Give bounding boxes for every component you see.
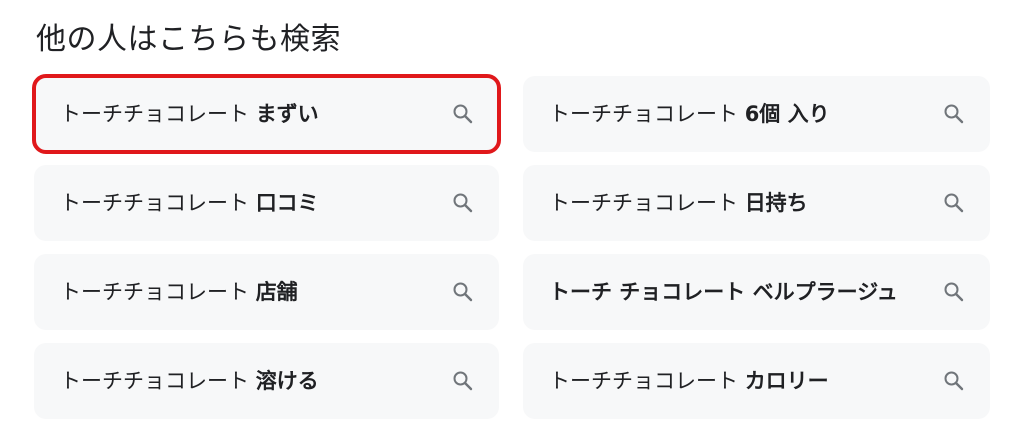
chip-label-bold: 口コミ [255, 190, 319, 215]
related-searches-grid: トーチチョコレート まずい トーチチョコレート 6個 入り トーチチョコレート … [32, 74, 990, 419]
chip-label: トーチ チョコレート ベルプラージュ [549, 274, 930, 311]
chip-label-bold: 6個 入り [744, 101, 830, 126]
chip-label: トーチチョコレート 日持ち [549, 185, 930, 222]
chip-label-bold: カロリー [744, 368, 829, 393]
chip-label-base: トーチチョコレート [60, 101, 256, 126]
chip-label-base: トーチチョコレート [549, 190, 745, 215]
search-icon [942, 280, 966, 304]
chip-label: トーチチョコレート まずい [60, 96, 439, 133]
related-search-chip-tenpo[interactable]: トーチチョコレート 店舗 [34, 254, 499, 330]
search-icon [942, 191, 966, 215]
chip-label: トーチチョコレート 店舗 [60, 274, 439, 311]
related-search-chip-calorie[interactable]: トーチチョコレート カロリー [523, 343, 990, 419]
chip-label: トーチチョコレート カロリー [549, 363, 930, 400]
related-search-chip-beruplage[interactable]: トーチ チョコレート ベルプラージュ [523, 254, 990, 330]
chip-label-base: トーチチョコレート [549, 101, 745, 126]
search-icon [451, 280, 475, 304]
chip-label-bold: 日持ち [744, 190, 808, 215]
chip-label: トーチチョコレート 溶ける [60, 363, 439, 400]
chip-label-bold: 店舗 [255, 279, 298, 304]
related-search-chip-6ko-iri[interactable]: トーチチョコレート 6個 入り [523, 76, 990, 152]
related-search-chip-kuchikomi[interactable]: トーチチョコレート 口コミ [34, 165, 499, 241]
related-search-chip-tokeru[interactable]: トーチチョコレート 溶ける [34, 343, 499, 419]
related-search-chip-himochi[interactable]: トーチチョコレート 日持ち [523, 165, 990, 241]
search-icon [942, 369, 966, 393]
chip-label-base: トーチチョコレート [549, 368, 745, 393]
search-icon [451, 102, 475, 126]
chip-label-base: トーチチョコレート [60, 279, 256, 304]
chip-label-bold: 溶ける [255, 368, 319, 393]
chip-label-base: トーチチョコレート [60, 190, 256, 215]
related-search-chip-mazui[interactable]: トーチチョコレート まずい [32, 74, 501, 154]
chip-label-base: トーチチョコレート [60, 368, 256, 393]
search-icon [451, 369, 475, 393]
section-heading: 他の人はこちらも検索 [36, 22, 341, 57]
search-icon [451, 191, 475, 215]
chip-label: トーチチョコレート 6個 入り [549, 96, 930, 133]
chip-label-base: トーチ チョコレート ベルプラージュ [549, 279, 898, 304]
chip-label-bold: まずい [255, 101, 319, 126]
search-icon [942, 102, 966, 126]
chip-label: トーチチョコレート 口コミ [60, 185, 439, 222]
